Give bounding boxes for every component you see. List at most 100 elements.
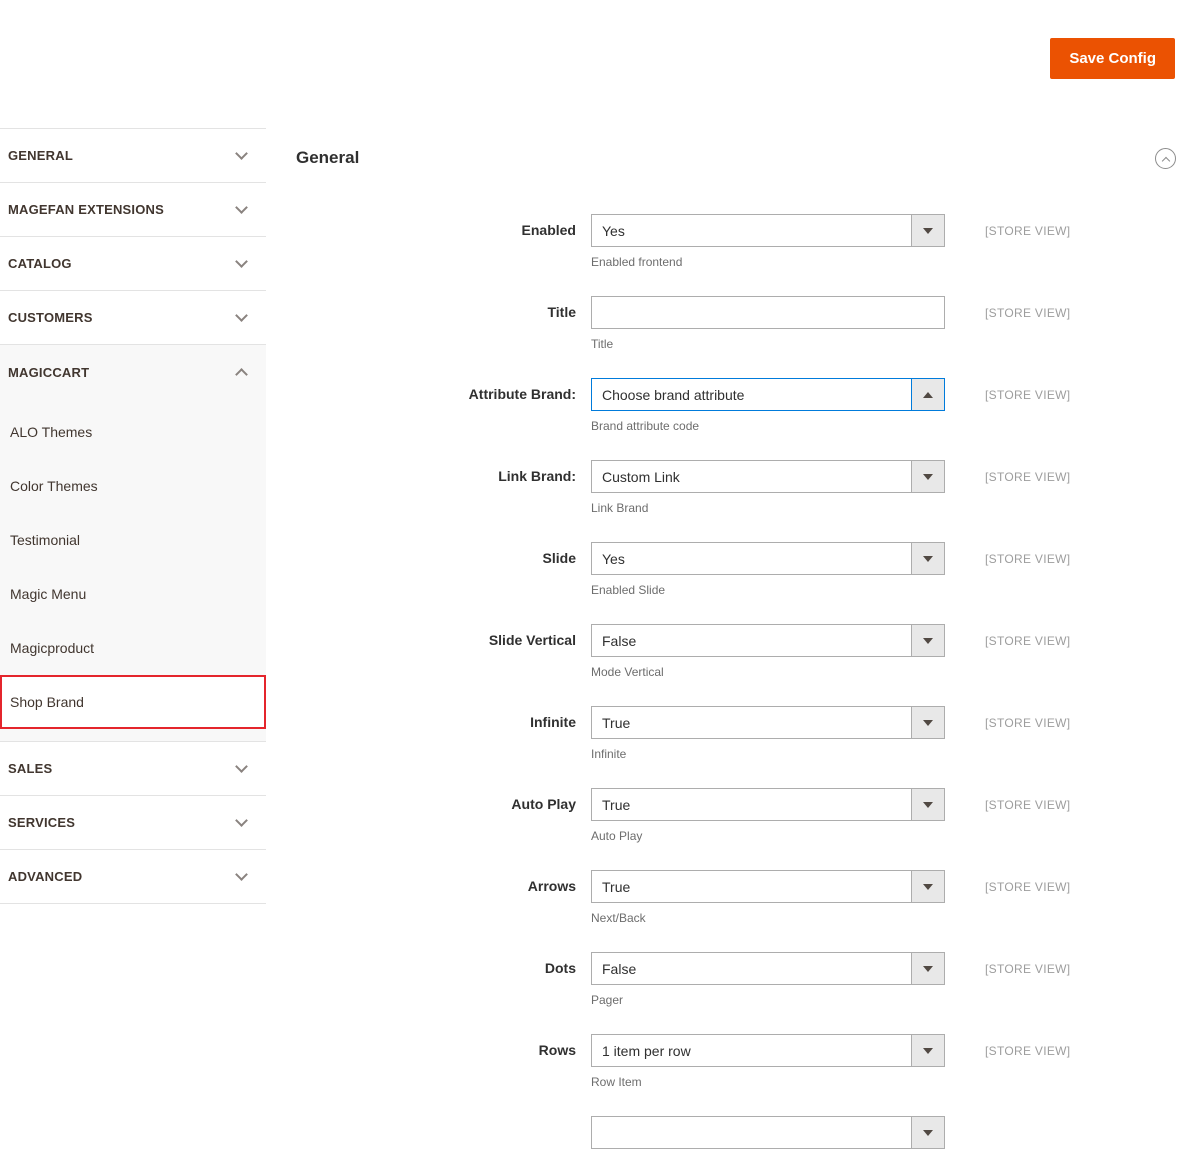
select-arrow-button[interactable] xyxy=(911,625,944,656)
field-select-slide[interactable]: Yes xyxy=(591,542,945,575)
sidebar-item-magic-menu[interactable]: Magic Menu xyxy=(0,567,266,621)
scope-label: [STORE VIEW] xyxy=(985,880,1071,894)
field-row-attribute-brand: Attribute Brand: Choose brand attribute Br… xyxy=(296,378,1181,433)
field-control: True Auto Play xyxy=(591,788,945,843)
field-select-attribute-brand[interactable]: Choose brand attribute xyxy=(591,378,945,411)
sidebar-section-label: MAGEFAN EXTENSIONS xyxy=(8,202,165,217)
collapse-section-icon[interactable] xyxy=(1155,147,1176,169)
sidebar-item-alo-themes[interactable]: ALO Themes xyxy=(0,405,266,459)
select-arrow-button[interactable] xyxy=(911,1117,944,1148)
chevron-down-icon xyxy=(235,308,248,322)
select-value: Yes xyxy=(602,550,625,567)
field-select-enabled[interactable]: Yes xyxy=(591,214,945,247)
field-select-dots[interactable]: False xyxy=(591,952,945,985)
field-control: False Pager xyxy=(591,952,945,1007)
field-row-rows: Rows 1 item per row Row Item [STORE VIEW] xyxy=(296,1034,1181,1089)
chevron-down-icon xyxy=(235,146,248,160)
field-control: True Infinite xyxy=(591,706,945,761)
main-content: General Enabled Yes Enabled frontend [STORE… xyxy=(296,128,1181,1176)
field-label-rows: Rows xyxy=(538,1042,576,1058)
select-arrow-button[interactable] xyxy=(911,461,944,492)
caret-down-icon xyxy=(923,473,933,480)
field-label-infinite: Infinite xyxy=(530,714,576,730)
config-sidebar-nav: GENERAL MAGEFAN EXTENSIONS CATALOG CUSTOMER… xyxy=(0,128,266,904)
sidebar-section-label: MAGICCART xyxy=(8,364,90,380)
field-hint: Brand attribute code xyxy=(591,419,700,433)
sidebar-section-services[interactable]: SERVICES xyxy=(0,796,266,850)
scope-label: [STORE VIEW] xyxy=(985,388,1071,402)
select-value: Choose brand attribute xyxy=(602,386,745,403)
field-select-next[interactable] xyxy=(591,1116,945,1149)
field-control: Choose brand attribute Brand attribute co… xyxy=(591,378,945,433)
sidebar-section-general[interactable]: GENERAL xyxy=(0,129,266,183)
field-label-slide: Slide xyxy=(542,550,576,566)
scope-label: [STORE VIEW] xyxy=(985,716,1071,730)
caret-down-icon xyxy=(923,1129,933,1136)
field-input-title[interactable] xyxy=(591,296,945,329)
field-row-infinite: Infinite True Infinite [STORE VIEW] xyxy=(296,706,1181,761)
scope-label: [STORE VIEW] xyxy=(985,962,1071,976)
scope-label: [STORE VIEW] xyxy=(985,552,1071,566)
save-config-button[interactable]: Save Config xyxy=(1050,38,1175,79)
caret-down-icon xyxy=(923,883,933,890)
chevron-down-icon xyxy=(235,200,248,214)
select-value: Yes xyxy=(602,222,625,239)
sidebar-section-catalog[interactable]: CATALOG xyxy=(0,237,266,291)
field-hint: Row Item xyxy=(591,1075,642,1089)
sidebar-section-magiccart[interactable]: MAGICCART xyxy=(0,345,266,399)
field-row-slide: Slide Yes Enabled Slide [STORE VIEW] xyxy=(296,542,1181,597)
select-arrow-button[interactable] xyxy=(911,953,944,984)
select-arrow-button[interactable] xyxy=(911,543,944,574)
sidebar-section-label: SALES xyxy=(8,761,53,776)
field-select-arrows[interactable]: True xyxy=(591,870,945,903)
field-select-rows[interactable]: 1 item per row xyxy=(591,1034,945,1067)
field-select-infinite[interactable]: True xyxy=(591,706,945,739)
sidebar-item-shop-brand[interactable]: Shop Brand xyxy=(0,675,266,729)
field-control xyxy=(591,1116,945,1149)
scope-label: [STORE VIEW] xyxy=(985,470,1071,484)
chevron-down-icon xyxy=(235,813,248,827)
field-label-slide-vertical: Slide Vertical xyxy=(488,632,576,648)
field-select-slide-vertical[interactable]: False xyxy=(591,624,945,657)
field-label-attribute-brand: Attribute Brand: xyxy=(468,386,576,402)
field-control: True Next/Back xyxy=(591,870,945,925)
select-arrow-button[interactable] xyxy=(911,707,944,738)
sidebar-section-label: CATALOG xyxy=(8,256,72,271)
field-hint: Pager xyxy=(591,993,624,1007)
select-value: Custom Link xyxy=(602,468,680,485)
scope-label: [STORE VIEW] xyxy=(985,798,1071,812)
select-arrow-button[interactable] xyxy=(911,1035,944,1066)
chevron-up-icon xyxy=(235,368,248,381)
field-row-next xyxy=(296,1116,1181,1149)
field-hint: Auto Play xyxy=(591,829,643,843)
sidebar-section-magefan-extensions[interactable]: MAGEFAN EXTENSIONS xyxy=(0,183,266,237)
field-label-title: Title xyxy=(547,304,576,320)
sidebar-section-customers[interactable]: CUSTOMERS xyxy=(0,291,266,345)
select-arrow-button[interactable] xyxy=(911,379,944,410)
sidebar-section-advanced[interactable]: ADVANCED xyxy=(0,850,266,904)
select-arrow-button[interactable] xyxy=(911,789,944,820)
sidebar-section-label: GENERAL xyxy=(8,148,73,163)
sidebar-item-testimonial[interactable]: Testimonial xyxy=(0,513,266,567)
caret-down-icon xyxy=(923,555,933,562)
scope-label: [STORE VIEW] xyxy=(985,634,1071,648)
caret-down-icon xyxy=(923,801,933,808)
field-row-arrows: Arrows True Next/Back [STORE VIEW] xyxy=(296,870,1181,925)
sidebar-section-sales[interactable]: SALES xyxy=(0,742,266,796)
chevron-down-icon xyxy=(235,254,248,268)
field-select-link-brand[interactable]: Custom Link xyxy=(591,460,945,493)
caret-up-icon xyxy=(923,391,933,398)
field-select-auto-play[interactable]: True xyxy=(591,788,945,821)
select-arrow-button[interactable] xyxy=(911,871,944,902)
field-hint: Mode Vertical xyxy=(591,665,664,679)
field-label-next xyxy=(296,1116,576,1149)
sidebar-section-label: CUSTOMERS xyxy=(8,310,93,325)
top-bar: Save Config xyxy=(0,0,1181,100)
field-row-slide-vertical: Slide Vertical False Mode Vertical [STORE V… xyxy=(296,624,1181,679)
sidebar-item-magicproduct[interactable]: Magicproduct xyxy=(0,621,266,675)
select-arrow-button[interactable] xyxy=(911,215,944,246)
chevron-up-icon xyxy=(1161,156,1170,165)
field-row-dots: Dots False Pager [STORE VIEW] xyxy=(296,952,1181,1007)
section-header: General xyxy=(296,146,1181,170)
sidebar-item-color-themes[interactable]: Color Themes xyxy=(0,459,266,513)
